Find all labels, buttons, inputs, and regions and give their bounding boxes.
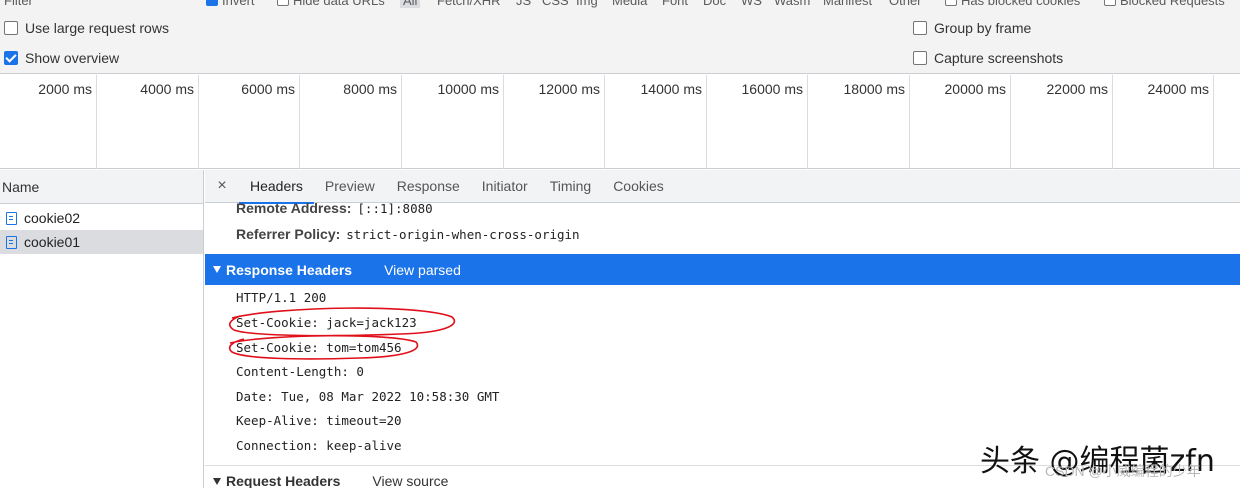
tab-preview[interactable]: Preview <box>314 170 386 203</box>
hide-data-urls-label: Hide data URLs <box>293 0 385 8</box>
response-header-line: Date: Tue, 08 Mar 2022 10:58:30 GMT <box>236 389 500 404</box>
timeline-tick: 24000 ms <box>1113 75 1214 169</box>
hide-data-urls-checkbox[interactable]: Hide data URLs <box>277 0 385 8</box>
response-headers-section[interactable]: Response Headers View parsed <box>205 254 1240 285</box>
request-row-cookie01[interactable]: cookie01 <box>0 230 203 254</box>
invert-checkbox[interactable]: Invert <box>206 0 255 8</box>
type-filter-other[interactable]: Other <box>889 0 922 8</box>
tab-response[interactable]: Response <box>386 170 471 203</box>
timeline-tick-label: 22000 ms <box>1046 81 1108 97</box>
type-filter-ws[interactable]: WS <box>741 0 762 8</box>
filter-input-label[interactable]: Filter <box>4 0 33 8</box>
timeline-tick-label: 24000 ms <box>1147 81 1209 97</box>
timeline-tick-label: 16000 ms <box>741 81 803 97</box>
type-filter-js[interactable]: JS <box>516 0 531 8</box>
blocked-requests-checkbox[interactable]: Blocked Requests <box>1104 0 1225 8</box>
timeline-tick: 16000 ms <box>707 75 808 169</box>
large-request-rows-setting[interactable]: Use large request rows <box>4 18 169 38</box>
timeline-tick: 8000 ms <box>300 75 402 169</box>
group-by-frame-checkbox[interactable] <box>913 21 927 35</box>
remote-address-key: Remote Address: <box>236 200 352 216</box>
close-details-icon[interactable]: × <box>205 177 239 195</box>
network-settings-panel: Use large request rows Show overview Gro… <box>0 12 1240 74</box>
tab-headers[interactable]: Headers <box>239 170 314 204</box>
response-header-line: Keep-Alive: timeout=20 <box>236 413 402 428</box>
request-row-cookie02[interactable]: cookie02 <box>0 206 203 230</box>
timeline-tick: 22000 ms <box>1011 75 1113 169</box>
view-parsed-link[interactable]: View parsed <box>384 262 461 278</box>
timeline-tick: 14000 ms <box>605 75 707 169</box>
timeline-tick-label: 6000 ms <box>241 81 295 97</box>
view-source-link[interactable]: View source <box>372 473 448 488</box>
group-by-frame-setting[interactable]: Group by frame <box>913 18 1031 38</box>
show-overview-label: Show overview <box>25 50 120 66</box>
tab-timing[interactable]: Timing <box>539 170 603 203</box>
timeline-tick: 10000 ms <box>402 75 504 169</box>
request-list-panel: Name cookie02 cookie01 <box>0 170 204 488</box>
response-headers-title: Response Headers <box>226 261 353 278</box>
capture-screenshots-setting[interactable]: Capture screenshots <box>913 48 1063 68</box>
response-header-line: HTTP/1.1 200 <box>236 290 327 305</box>
referrer-policy-value: strict-origin-when-cross-origin <box>346 227 580 242</box>
collapse-triangle-icon <box>213 266 221 273</box>
timeline-tick-label: 18000 ms <box>843 81 905 97</box>
referrer-policy-key: Referrer Policy: <box>236 226 341 242</box>
timeline-tick-label: 10000 ms <box>437 81 499 97</box>
has-blocked-cookies-label: Has blocked cookies <box>961 0 1081 8</box>
large-request-rows-checkbox[interactable] <box>4 21 18 35</box>
tab-cookies[interactable]: Cookies <box>602 170 675 203</box>
type-filter-wasm[interactable]: Wasm <box>774 0 810 8</box>
has-blocked-cookies-checkbox[interactable]: Has blocked cookies <box>945 0 1080 8</box>
watermark-secondary: CSDN @小威编程的少年 <box>1045 463 1201 479</box>
blocked-requests-label: Blocked Requests <box>1120 0 1225 8</box>
request-headers-title: Request Headers <box>226 473 341 488</box>
timeline-tick: 2000 ms <box>0 75 97 169</box>
timeline-tick: 4000 ms <box>97 75 199 169</box>
show-overview-checkbox[interactable] <box>4 51 18 65</box>
document-icon <box>6 235 17 249</box>
remote-address-value: [::1]:8080 <box>357 201 433 216</box>
name-column-header[interactable]: Name <box>0 170 203 204</box>
timeline-tick: 12000 ms <box>504 75 605 169</box>
overview-timeline[interactable]: 2000 ms 4000 ms 6000 ms 8000 ms 10000 ms… <box>0 75 1240 169</box>
type-filter-doc[interactable]: Doc <box>703 0 726 8</box>
large-request-rows-label: Use large request rows <box>25 20 169 36</box>
type-filter-fetch-xhr[interactable]: Fetch/XHR <box>437 0 501 8</box>
show-overview-setting[interactable]: Show overview <box>4 48 119 68</box>
capture-screenshots-checkbox[interactable] <box>913 51 927 65</box>
filter-toolbar: Filter Invert Hide data URLs All Fetch/X… <box>0 0 1240 12</box>
timeline-tick: 18000 ms <box>808 75 910 169</box>
collapse-triangle-icon <box>213 477 221 485</box>
timeline-tick-label: 14000 ms <box>640 81 702 97</box>
timeline-tick-label: 4000 ms <box>140 81 194 97</box>
response-header-line: Set-Cookie: jack=jack123 <box>236 315 417 330</box>
response-header-line: Set-Cookie: tom=tom456 <box>236 340 402 355</box>
capture-screenshots-label: Capture screenshots <box>934 50 1064 66</box>
tab-initiator[interactable]: Initiator <box>471 170 539 203</box>
timeline-tick-label: 12000 ms <box>538 81 600 97</box>
type-filter-all[interactable]: All <box>400 0 421 8</box>
type-filter-media[interactable]: Media <box>612 0 647 8</box>
timeline-tick-label: 20000 ms <box>944 81 1006 97</box>
document-icon <box>6 211 17 225</box>
timeline-tick-label: 8000 ms <box>343 81 397 97</box>
details-tab-bar: × Headers Preview Response Initiator Tim… <box>205 170 1240 204</box>
type-filter-manifest[interactable]: Manifest <box>823 0 872 8</box>
request-name: cookie01 <box>24 234 81 250</box>
type-filter-css[interactable]: CSS <box>542 0 569 8</box>
timeline-tick: 20000 ms <box>910 75 1011 169</box>
response-header-line: Connection: keep-alive <box>236 438 402 453</box>
referrer-policy-row: Referrer Policy: strict-origin-when-cross… <box>236 226 580 242</box>
type-filter-font[interactable]: Font <box>662 0 688 8</box>
remote-address-row: Remote Address: [::1]:8080 <box>236 200 433 216</box>
invert-label: Invert <box>222 0 255 8</box>
timeline-tick: 6000 ms <box>199 75 300 169</box>
request-name: cookie02 <box>24 210 81 226</box>
response-header-line: Content-Length: 0 <box>236 364 364 379</box>
type-filter-img[interactable]: Img <box>576 0 598 8</box>
group-by-frame-label: Group by frame <box>934 20 1032 36</box>
timeline-tick-label: 2000 ms <box>38 81 92 97</box>
name-column-label: Name <box>2 178 40 195</box>
